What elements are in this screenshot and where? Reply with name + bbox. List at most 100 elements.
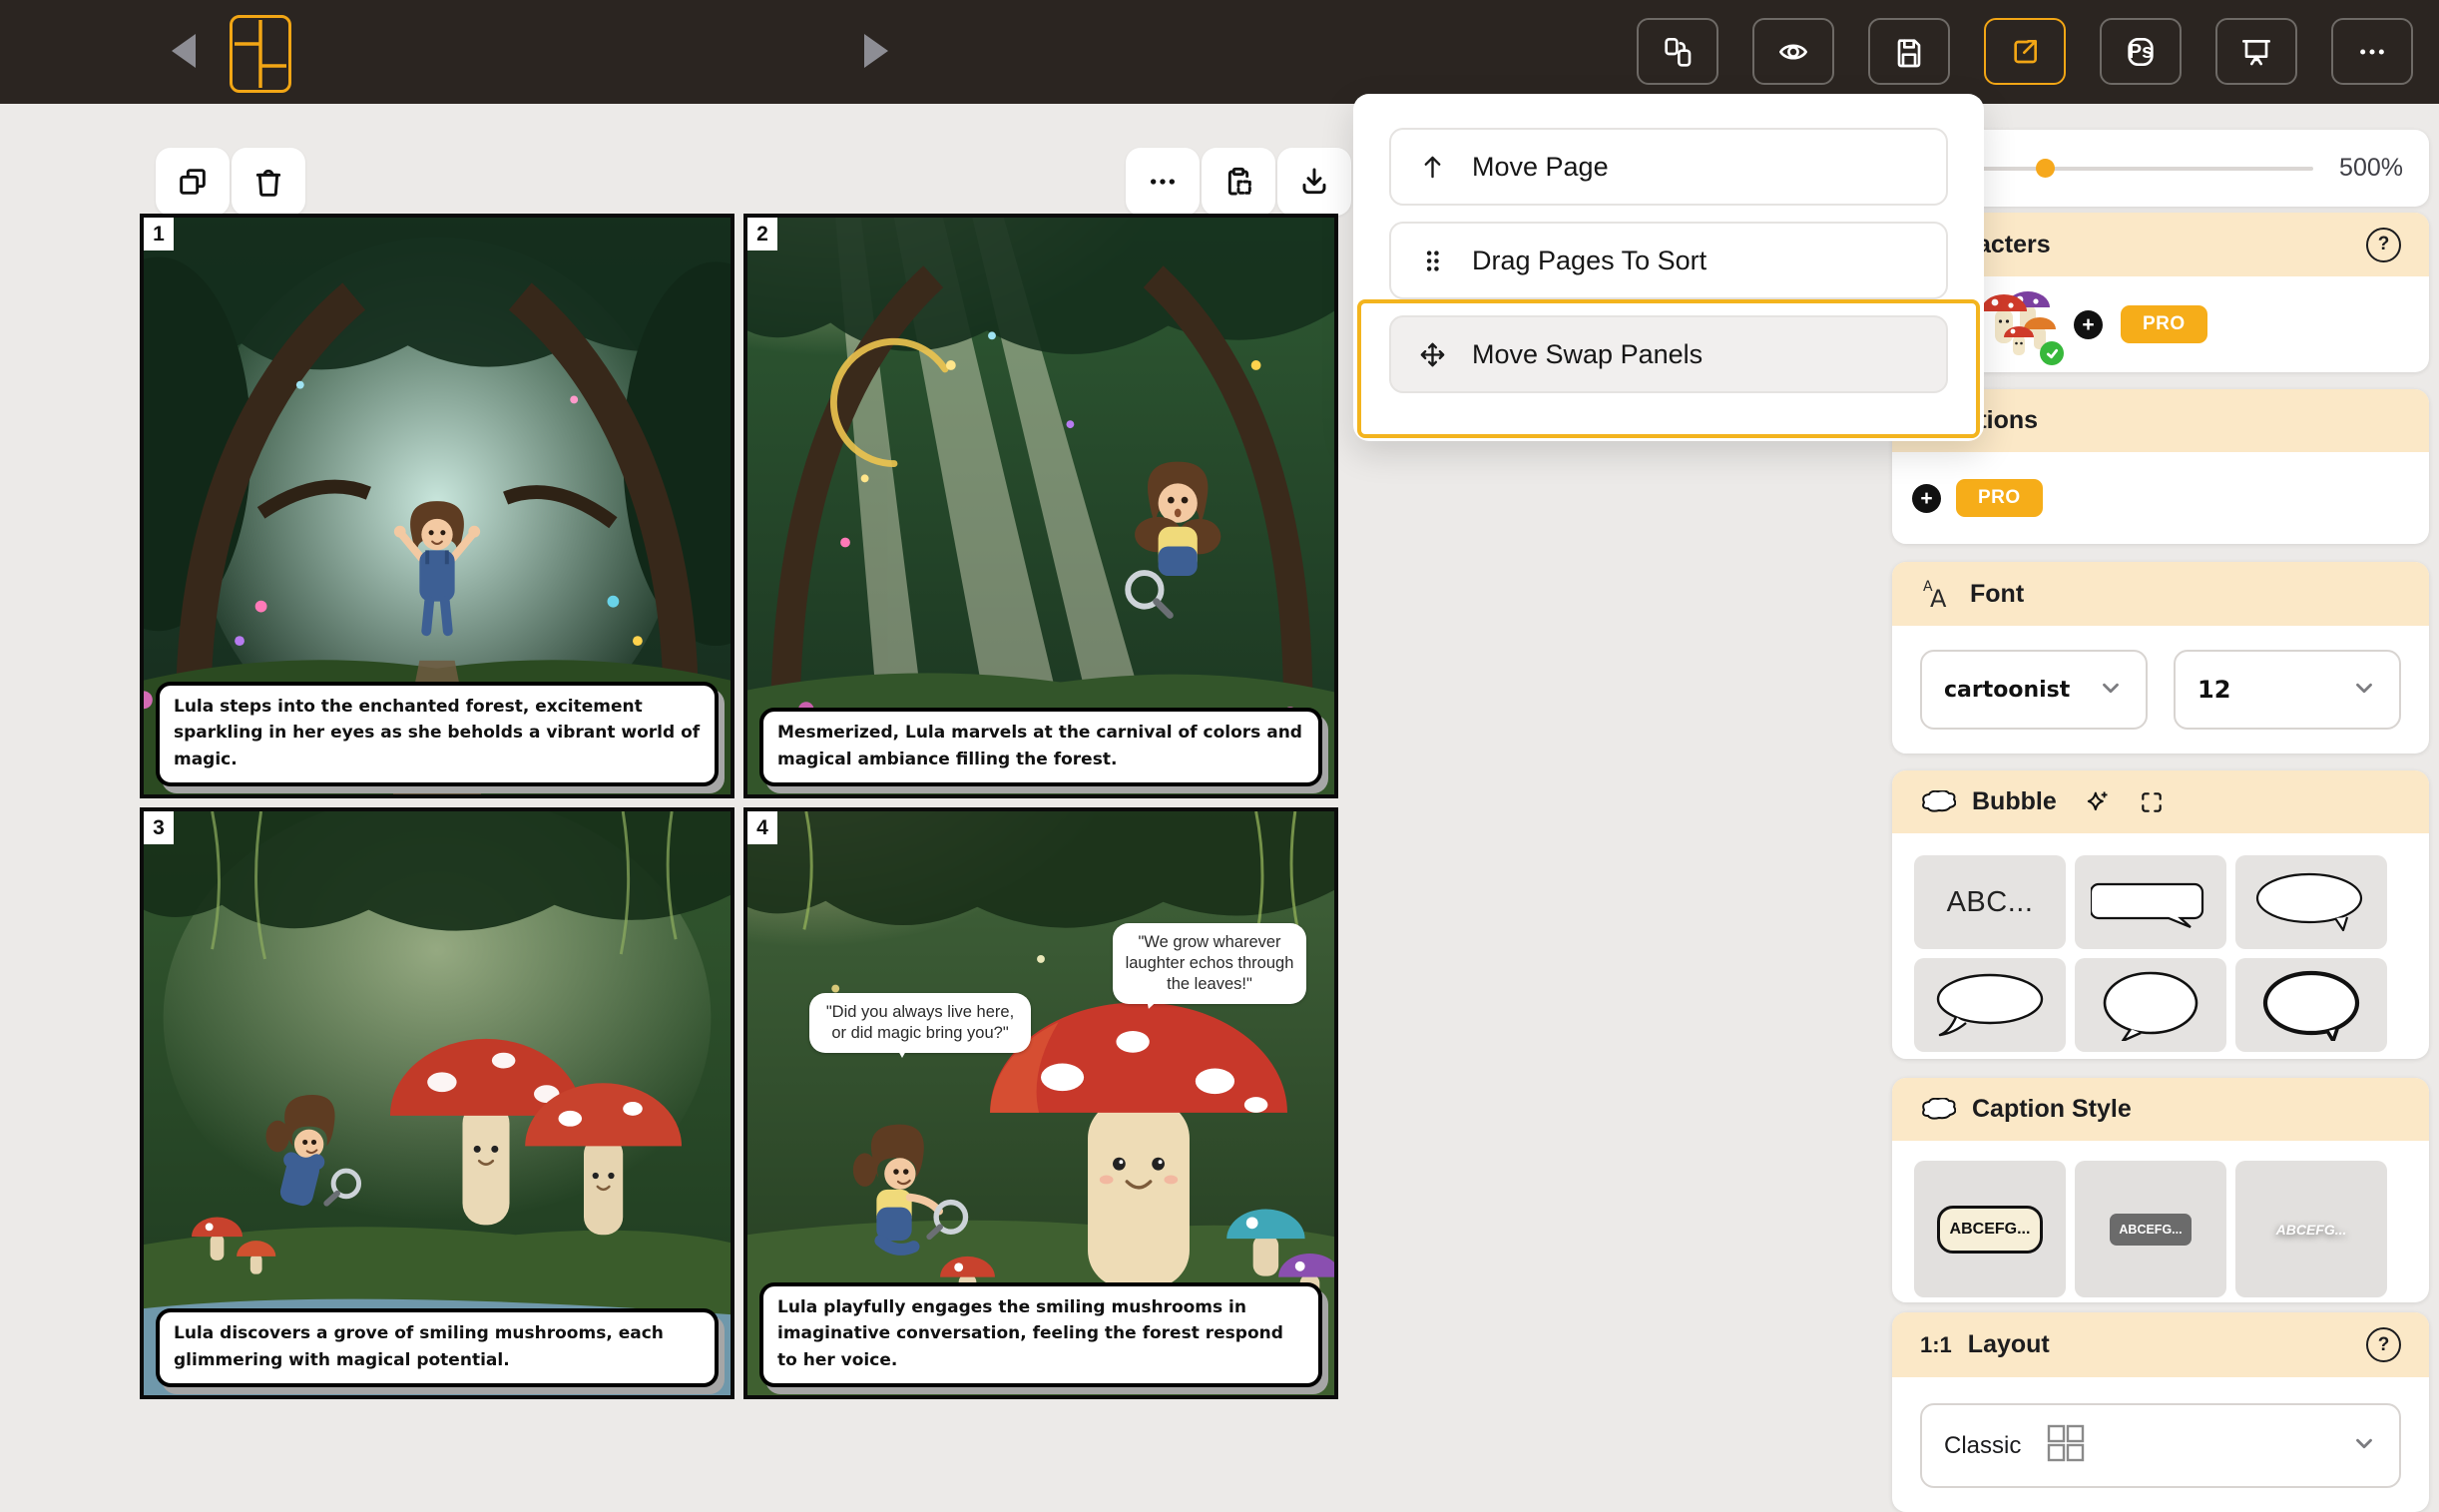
- presentation-button[interactable]: [2215, 18, 2297, 85]
- duplicate-page-icon: [177, 166, 209, 198]
- chevron-down-icon: [2098, 675, 2124, 706]
- layout-header: 1:1 Layout ?: [1892, 1312, 2429, 1377]
- layout-ratio: 1:1: [1920, 1332, 1952, 1358]
- save-button[interactable]: [1868, 18, 1950, 85]
- add-location-button[interactable]: +: [1912, 484, 1941, 513]
- chevron-down-icon: [2351, 1430, 2377, 1461]
- export-button[interactable]: [1984, 18, 2066, 85]
- page-context-menu: Move Page Drag Pages To Sort Move Swap P…: [1353, 94, 1984, 441]
- delete-page-button[interactable]: [232, 148, 305, 216]
- panel-number: 2: [747, 218, 777, 251]
- caption-style-header: Caption Style: [1892, 1078, 2429, 1141]
- locations-row: + PRO: [1892, 452, 2429, 544]
- panel-3-artwork: [144, 811, 731, 1395]
- help-icon[interactable]: ?: [2366, 228, 2401, 262]
- app: { "theme":{"accent":"#F2A615","topbar_bg…: [0, 0, 2439, 1479]
- sparkle-icon[interactable]: [2083, 788, 2111, 816]
- bubble-style-grid: ABC...: [1892, 833, 2429, 1052]
- caption-sample: ABCEFG...: [2276, 1222, 2347, 1238]
- paste-button[interactable]: [1202, 148, 1275, 216]
- duplicate-page-button[interactable]: [156, 148, 230, 216]
- swap-pages-icon: [1662, 36, 1694, 68]
- layout-card: 1:1 Layout ? Classic: [1892, 1312, 2429, 1512]
- font-header: A A Font: [1892, 562, 2429, 626]
- more-icon: [2356, 36, 2388, 68]
- topbar: Ps: [0, 0, 2439, 104]
- bubble-style-bold-round[interactable]: [2235, 958, 2387, 1052]
- help-icon[interactable]: ?: [2366, 1327, 2401, 1362]
- speech-bubble-mushroom[interactable]: "We grow wharever laughter echos through…: [1113, 923, 1306, 1004]
- caption-style-boxed[interactable]: ABCEFG...: [1914, 1161, 2066, 1297]
- photoshop-icon: Ps: [2125, 36, 2157, 68]
- character-thumbnail-mushrooms[interactable]: [1982, 287, 2056, 361]
- panel-4-caption[interactable]: Lula playfully engages the smiling mushr…: [759, 1282, 1322, 1387]
- preview-button[interactable]: [1752, 18, 1834, 85]
- current-page-thumbnail[interactable]: [230, 15, 291, 93]
- locations-pro-badge[interactable]: PRO: [1956, 479, 2043, 517]
- expand-icon[interactable]: [2139, 789, 2165, 815]
- panel-number: 1: [144, 218, 174, 251]
- svg-text:Ps: Ps: [2129, 41, 2153, 63]
- more-options-button[interactable]: [2331, 18, 2413, 85]
- bubble-card: Bubble ABC...: [1892, 770, 2429, 1059]
- svg-text:A: A: [1930, 585, 1947, 611]
- bubble-style-round[interactable]: [2075, 958, 2226, 1052]
- bubble-style-rounded-rect[interactable]: [2075, 855, 2226, 949]
- selected-check-icon: [2040, 341, 2064, 365]
- caption-sample: ABCEFG...: [1937, 1206, 2044, 1254]
- chevron-down-icon: [2351, 675, 2377, 706]
- caption-style-italic[interactable]: ABCEFG...: [2235, 1161, 2387, 1297]
- menu-item-move-page[interactable]: Move Page: [1389, 128, 1948, 206]
- bubble-style-ellipse-left[interactable]: [1914, 958, 2066, 1052]
- bubble-icon: [1920, 1098, 1956, 1122]
- bubble-style-ellipse-right[interactable]: [2235, 855, 2387, 949]
- bubble-header: Bubble: [1892, 770, 2429, 833]
- menu-item-drag-pages-to-sort[interactable]: Drag Pages To Sort: [1389, 222, 1948, 299]
- speech-bubble-girl[interactable]: "Did you always live here, or did magic …: [809, 993, 1031, 1053]
- font-card: A A Font cartoonist 12: [1892, 562, 2429, 754]
- comic-panel-2[interactable]: 2 Mesmerized, Lula marvels at the carniv…: [743, 214, 1338, 798]
- add-character-button[interactable]: +: [2074, 310, 2103, 339]
- bubble-title: Bubble: [1972, 787, 2057, 816]
- export-icon: [2009, 36, 2041, 68]
- download-icon: [1298, 166, 1330, 198]
- topbar-buttons: Ps: [1637, 18, 2413, 85]
- menu-item-label: Move Page: [1472, 152, 1609, 183]
- presentation-icon: [2240, 36, 2272, 68]
- preview-eye-icon: [1777, 36, 1809, 68]
- panel-3-caption[interactable]: Lula discovers a grove of smiling mushro…: [156, 1308, 719, 1387]
- font-family-select[interactable]: cartoonist: [1920, 650, 2148, 730]
- grid-2x2-icon: [2043, 1420, 2089, 1471]
- font-aa-icon: A A: [1920, 577, 1954, 611]
- comic-panel-3[interactable]: 3 Lula discovers a grove of smiling mush…: [140, 807, 734, 1399]
- page-layout-icon: [233, 18, 288, 90]
- layout-select[interactable]: Classic: [1920, 1403, 2401, 1488]
- font-size-select[interactable]: 12: [2174, 650, 2401, 730]
- next-page-arrow[interactable]: [864, 34, 888, 68]
- panel-number: 4: [747, 811, 777, 844]
- characters-pro-badge[interactable]: PRO: [2121, 305, 2207, 343]
- comic-panel-1[interactable]: 1 Lula steps into the enchanted forest, …: [140, 214, 734, 798]
- panel-1-caption[interactable]: Lula steps into the enchanted forest, ex…: [156, 682, 719, 786]
- photoshop-button[interactable]: Ps: [2100, 18, 2182, 85]
- caption-style-card: Caption Style ABCEFG... ABCEFG... ABCEFG…: [1892, 1078, 2429, 1302]
- caption-style-dark[interactable]: ABCEFG...: [2075, 1161, 2226, 1297]
- swap-pages-button[interactable]: [1637, 18, 1718, 85]
- caption-sample: ABCEFG...: [2110, 1214, 2191, 1246]
- save-icon: [1893, 36, 1925, 68]
- delete-page-icon: [252, 166, 284, 198]
- font-title: Font: [1970, 580, 2024, 609]
- bubble-style-text[interactable]: ABC...: [1914, 855, 2066, 949]
- comic-panel-4[interactable]: 4 "Did you always live here, or did magi…: [743, 807, 1338, 1399]
- page-more-button[interactable]: [1126, 148, 1200, 216]
- prev-page-arrow[interactable]: [172, 34, 196, 68]
- bubble-icon: [1920, 790, 1956, 814]
- font-size-value: 12: [2197, 676, 2230, 704]
- layout-value: Classic: [1944, 1432, 2021, 1460]
- zoom-value: 500%: [2339, 154, 2403, 183]
- panel-2-caption[interactable]: Mesmerized, Lula marvels at the carnival…: [759, 708, 1322, 786]
- zoom-slider-knob[interactable]: [2036, 159, 2055, 178]
- paste-icon: [1222, 166, 1254, 198]
- download-page-button[interactable]: [1277, 148, 1351, 216]
- menu-item-move-swap-panels[interactable]: Move Swap Panels: [1389, 315, 1948, 393]
